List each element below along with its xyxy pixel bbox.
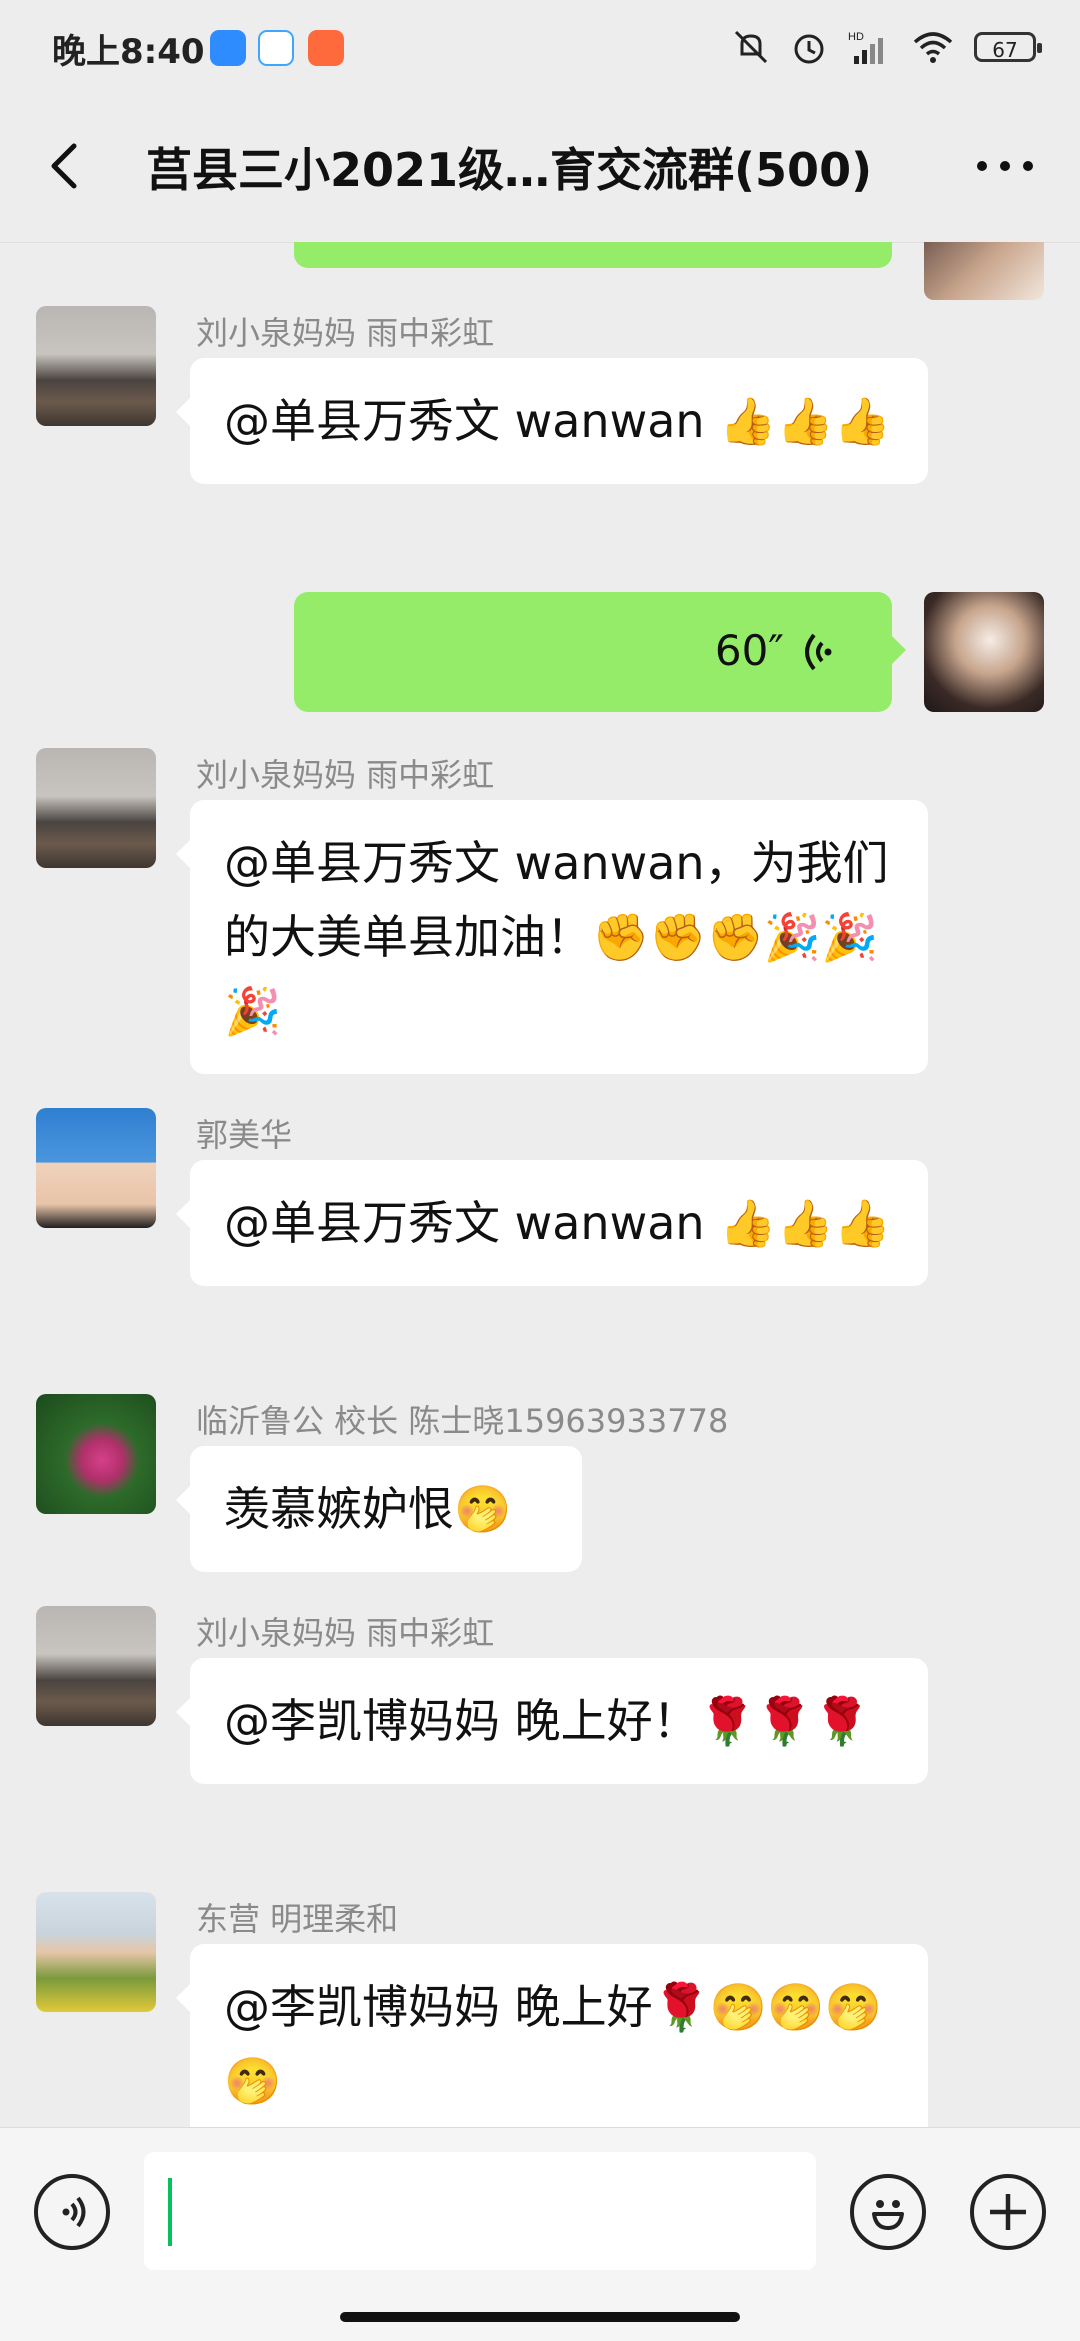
sender-name: 临沂鲁公 校长 陈士晓15963933778: [196, 1402, 729, 1440]
chevron-left-icon[interactable]: [36, 136, 96, 196]
message-bubble[interactable]: @单县万秀文 wanwan 👍👍👍: [176, 358, 928, 484]
message-bubble[interactable]: @李凯博妈妈 晚上好！🌹🌹🌹: [176, 1658, 928, 1784]
message-bubble[interactable]: 羡慕嫉妒恨🤭: [176, 1446, 582, 1572]
emoji-icon[interactable]: [850, 2174, 926, 2250]
more-dots-icon[interactable]: [970, 146, 1040, 186]
wifi-icon: [913, 32, 953, 63]
avatar-liuxiaoquan-mom[interactable]: [36, 306, 156, 426]
message-bubble[interactable]: @李凯博妈妈 晚上好🌹🤭🤭🤭🤭: [176, 1944, 928, 2127]
sender-name: 刘小泉妈妈 雨中彩虹: [196, 1614, 495, 1652]
status-bar: 晚上8:40 HD 67: [0, 0, 1080, 96]
message-bubble[interactable]: @单县万秀文 wanwan 👍👍👍: [176, 1160, 928, 1286]
message-input[interactable]: [144, 2152, 816, 2270]
home-indicator[interactable]: [340, 2312, 740, 2322]
input-bar: [0, 2127, 1080, 2341]
message-bubble-self[interactable]: [294, 242, 892, 268]
sender-name: 刘小泉妈妈 雨中彩虹: [196, 756, 495, 794]
avatar-self[interactable]: [924, 242, 1044, 300]
avatar-guomeihua[interactable]: [36, 1108, 156, 1228]
avatar-dongying[interactable]: [36, 1892, 156, 2012]
battery-icon: 67: [974, 32, 1042, 62]
app-notification-icon: [210, 30, 246, 66]
voice-message-bubble[interactable]: 60″: [294, 592, 906, 712]
sender-name: 刘小泉妈妈 雨中彩虹: [196, 314, 495, 352]
mute-icon: [734, 30, 768, 64]
chat-title: 莒县三小2021级…育交流群(500): [146, 143, 873, 197]
chat-header: 莒县三小2021级…育交流群(500): [0, 96, 1080, 243]
status-icons: HD 67: [732, 22, 1042, 72]
plus-icon[interactable]: [970, 2174, 1046, 2250]
svg-text:HD: HD: [848, 31, 864, 43]
message-bubble[interactable]: @单县万秀文 wanwan，为我们的大美单县加油！✊✊✊🎉🎉🎉: [176, 800, 928, 1074]
app-notification-icon: [308, 30, 344, 66]
sender-name: 东营 明理柔和: [196, 1900, 399, 1938]
avatar-liuxiaoquan-mom[interactable]: [36, 748, 156, 868]
text-cursor: [168, 2178, 172, 2246]
app-notification-icon: [258, 30, 294, 66]
voice-mode-icon[interactable]: [34, 2174, 110, 2250]
avatar-self[interactable]: [924, 592, 1044, 712]
message-list[interactable]: 刘小泉妈妈 雨中彩虹 @单县万秀文 wanwan 👍👍👍 60″ 刘小泉妈妈 雨…: [0, 242, 1080, 2127]
voice-wave-icon: [805, 633, 832, 671]
avatar-liuxiaoquan-mom[interactable]: [36, 1606, 156, 1726]
avatar-linyi-principal[interactable]: [36, 1394, 156, 1514]
sender-name: 郭美华: [196, 1116, 293, 1154]
voice-duration: 60″: [714, 626, 784, 675]
alarm-icon: [794, 34, 824, 64]
hd-signal-icon: HD: [848, 31, 883, 64]
status-time: 晚上8:40: [52, 32, 205, 72]
